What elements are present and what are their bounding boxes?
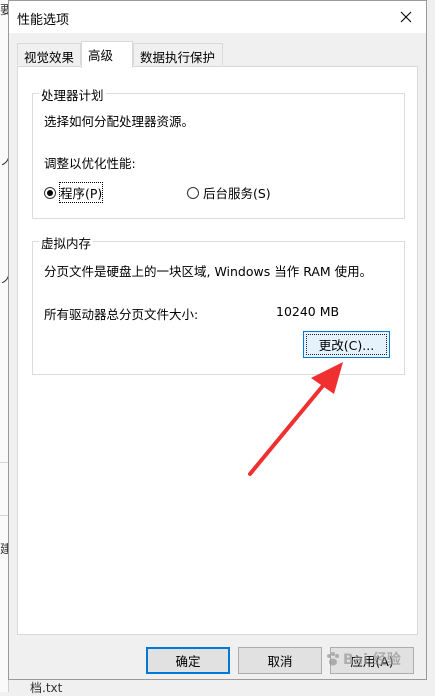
- close-button[interactable]: [386, 1, 426, 33]
- change-button-label: 更改(C)...: [318, 338, 375, 353]
- tab-visual-effects[interactable]: 视觉效果: [17, 43, 81, 65]
- adjust-for-label: 调整以优化性能:: [44, 156, 136, 171]
- background-divider: [0, 462, 8, 463]
- radio-circle: [187, 186, 199, 199]
- total-paging-file-label: 所有驱动器总分页文件大小:: [44, 307, 199, 322]
- tab-advanced[interactable]: 高级: [81, 41, 133, 68]
- cancel-button[interactable]: 取消: [238, 647, 322, 674]
- radio-dot: [47, 189, 53, 196]
- watermark-text: Bai 经验: [343, 652, 401, 668]
- background-text-fragment: ノ: [0, 273, 8, 285]
- background-text-fragment: 要: [0, 4, 8, 16]
- processor-description: 选择如何分配处理器资源。: [44, 114, 195, 129]
- ok-button-label: 确定: [175, 654, 201, 669]
- virtual-memory-group: 虚拟内存 分页文件是硬盘上的一块区域, Windows 当作 RAM 使用。 所…: [32, 233, 405, 375]
- paw-icon: [327, 652, 339, 666]
- radio-label: 程序(P): [58, 182, 104, 203]
- advanced-tab-panel: 处理器计划 选择如何分配处理器资源。 调整以优化性能: 程序(P) 后台服务(S…: [17, 66, 418, 635]
- radio-circle: [44, 186, 56, 199]
- watermark: Bai 经验: [325, 645, 420, 673]
- background-divider: [0, 515, 8, 516]
- virtual-memory-description: 分页文件是硬盘上的一块区域, Windows 当作 RAM 使用。: [44, 264, 373, 279]
- background-text-fragment: 建: [0, 543, 8, 555]
- background-text-fragment: ノ: [0, 155, 8, 167]
- radio-programs[interactable]: 程序(P): [44, 182, 104, 203]
- change-button[interactable]: 更改(C)...: [303, 331, 390, 358]
- title-bar: 性能选项: [9, 1, 426, 33]
- radio-label: 后台服务(S): [203, 186, 271, 201]
- background-file-name: 档.txt: [30, 681, 63, 695]
- group-title: 处理器计划: [39, 85, 106, 104]
- close-icon: [400, 11, 412, 23]
- radio-background-services[interactable]: 后台服务(S): [187, 183, 271, 202]
- cancel-button-label: 取消: [267, 654, 293, 669]
- total-paging-file-value: 10240 MB: [276, 304, 340, 319]
- dialog-title: 性能选项: [17, 13, 70, 28]
- group-title: 虚拟内存: [39, 233, 94, 252]
- processor-scheduling-group: 处理器计划 选择如何分配处理器资源。 调整以优化性能: 程序(P) 后台服务(S…: [32, 85, 405, 219]
- performance-options-dialog: 性能选项 视觉效果 高级 数据执行保护 处理器计划 选择如何分配处理器资源。 调…: [8, 0, 427, 680]
- ok-button[interactable]: 确定: [146, 647, 230, 674]
- tab-data-execution-prevention[interactable]: 数据执行保护: [133, 43, 223, 65]
